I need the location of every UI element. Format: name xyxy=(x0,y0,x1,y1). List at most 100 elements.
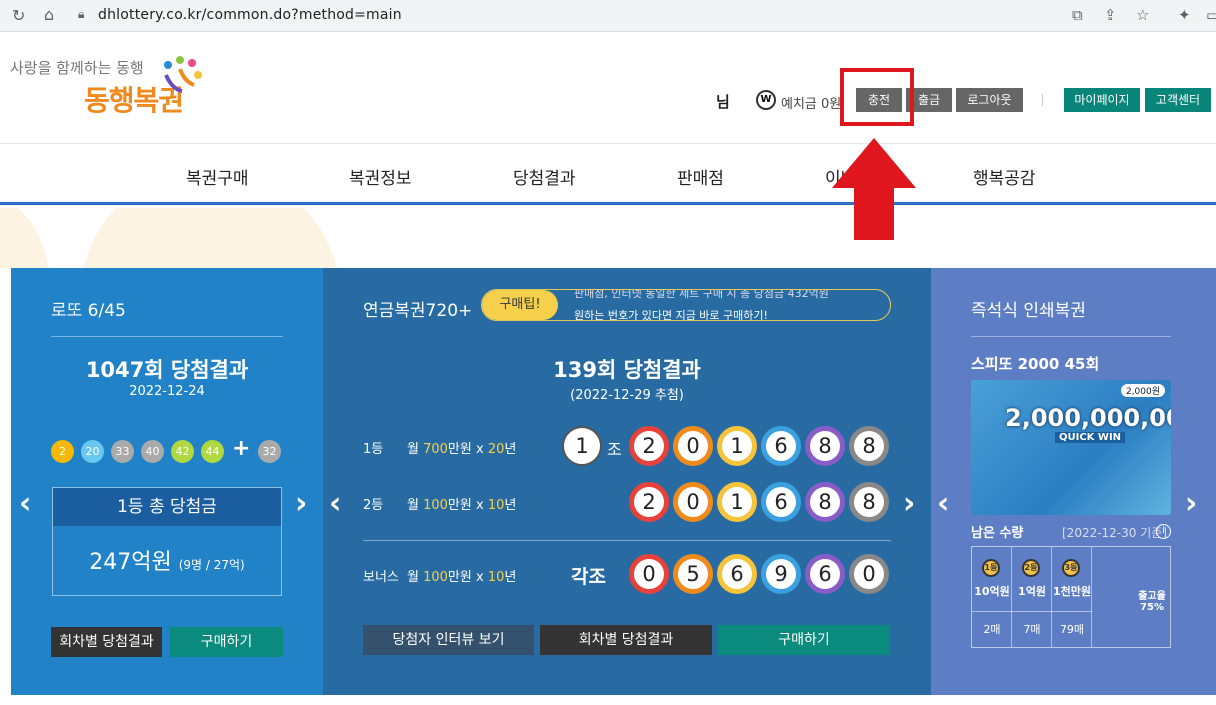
rank-column: 2등 1억원 7매 xyxy=(1012,547,1052,647)
deposit-balance: 예치금 0원 xyxy=(781,97,842,112)
divider xyxy=(971,336,1171,337)
divider xyxy=(51,336,283,337)
pension-number-ball: 5 xyxy=(673,554,713,594)
share-icon[interactable]: ⇪ xyxy=(1104,6,1117,24)
rank-count: 7매 xyxy=(1023,623,1041,636)
mypage-button[interactable]: 마이페이지 xyxy=(1064,88,1140,112)
bonus-label: 보너스 xyxy=(363,570,399,585)
rank-prize: 1억원 xyxy=(1018,585,1046,598)
nav-item-stores[interactable]: 판매점 xyxy=(677,164,724,189)
release-rate: 출고율 75% xyxy=(1138,591,1166,613)
pension-draw-title: 139회 당첨결과 xyxy=(553,358,701,382)
rank-prize: 10억원 xyxy=(974,585,1010,598)
lock-icon[interactable]: 🔒︎ xyxy=(78,7,84,22)
jackpot-amount: 247억원 (9명 / 27억) xyxy=(53,544,281,576)
jackpot-detail: (9명 / 27억) xyxy=(178,558,245,572)
lotto-bonus-ball: 32 xyxy=(258,440,281,463)
home-icon[interactable]: ⌂ xyxy=(44,5,54,24)
tip-banner[interactable]: 구매팁! 판매점, 인터넷 동일한 세트 구매 시 총 당첨금 432억원 원하… xyxy=(481,289,891,321)
nav-item-buy[interactable]: 복권구매 xyxy=(186,164,249,189)
interview-button[interactable]: 당첨자 인터뷰 보기 xyxy=(363,625,534,655)
medal-icon: 2등 xyxy=(1022,559,1040,577)
deco-circle xyxy=(80,208,340,268)
group-suffix: 조 xyxy=(607,440,622,459)
prev-chevron-icon[interactable]: ‹ xyxy=(19,486,31,521)
rank-count: 2매 xyxy=(983,623,1001,636)
lotto-ball: 20 xyxy=(81,440,104,463)
ticket-sub: QUICK WIN xyxy=(1055,432,1126,443)
pension-number-ball: 1 xyxy=(717,482,757,522)
jackpot-box: 1등 총 당첨금 247억원 (9명 / 27억) xyxy=(52,487,282,596)
spitto-ticket-image[interactable]: 2,000원 2,000,000,000 QUICK WIN xyxy=(971,380,1171,515)
support-button[interactable]: 고객센터 xyxy=(1145,88,1211,112)
pension-number-ball: 8 xyxy=(805,426,845,466)
next-chevron-icon[interactable]: › xyxy=(1185,486,1197,521)
instant-panel: 즉석식 인쇄복권 스피또 2000 45회 2,000원 2,000,000,0… xyxy=(931,268,1216,695)
group-ball: 1 xyxy=(562,426,602,466)
site-header: 사랑을 함께하는 동행 동행복권 님 W 예치금 0원 충전 출금 로그아웃 마… xyxy=(0,33,1216,143)
bookmark-star-icon[interactable]: ☆ xyxy=(1136,6,1149,24)
jackpot-label: 1등 총 당첨금 xyxy=(53,488,281,526)
blocked-popup-icon[interactable]: ⧉ xyxy=(1072,6,1083,24)
browser-toolbar: ↻ ⌂ 🔒︎ dhlottery.co.kr/common.do?method=… xyxy=(0,0,1216,32)
plus-icon: + xyxy=(232,436,251,461)
deposit-won-icon: W xyxy=(756,90,776,110)
pension-number-ball: 2 xyxy=(629,426,669,466)
pension-number-ball: 8 xyxy=(805,482,845,522)
pension-number-ball: 6 xyxy=(761,482,801,522)
tip-line: 원하는 번호가 있다면 지금 바로 구매하기! xyxy=(574,309,768,321)
lotto-history-button[interactable]: 회차별 당첨결과 xyxy=(51,627,162,657)
pension-draw-date: (2022-12-29 추첨) xyxy=(570,388,684,403)
pension-number-ball: 1 xyxy=(717,426,757,466)
ticket-amount: 2,000,000,000 xyxy=(1005,404,1171,432)
lotto-panel: 로또 6/45 1047회 당첨결과 2022-12-24 2 20 33 40… xyxy=(11,268,323,695)
bonus-group: 각조 xyxy=(571,566,606,588)
remain-title: 남은 수량 xyxy=(971,526,1024,541)
pension-number-ball: 6 xyxy=(717,554,757,594)
info-icon[interactable]: i xyxy=(1156,524,1171,539)
remain-date: [2022-12-30 기준] xyxy=(1062,526,1167,540)
lotto-buy-button[interactable]: 구매하기 xyxy=(170,627,283,657)
bonus-desc: 월 100만원 x 10년 xyxy=(407,570,517,585)
lotto-title[interactable]: 로또 6/45 xyxy=(51,296,126,321)
pension-title[interactable]: 연금복권720+ xyxy=(363,296,472,321)
lotto-draw-date: 2022-12-24 xyxy=(129,384,205,399)
next-chevron-icon[interactable]: › xyxy=(903,486,915,521)
sidepanel-icon[interactable]: ▭ xyxy=(1206,6,1216,24)
medal-icon: 1등 xyxy=(982,559,1000,577)
tip-badge: 구매팁! xyxy=(482,290,558,320)
pension-number-ball: 0 xyxy=(629,554,669,594)
instant-title[interactable]: 즉석식 인쇄복권 xyxy=(971,296,1086,321)
nav-item-results[interactable]: 당첨결과 xyxy=(513,164,576,189)
rank-count: 79매 xyxy=(1059,623,1085,636)
lotto-ball: 44 xyxy=(201,440,224,463)
reload-icon[interactable]: ↻ xyxy=(12,6,25,25)
divider xyxy=(363,540,891,541)
lotto-draw-title: 1047회 당첨결과 xyxy=(85,358,249,382)
nav-item-info[interactable]: 복권정보 xyxy=(349,164,412,189)
prev-chevron-icon[interactable]: ‹ xyxy=(937,486,949,521)
annotation-arrow-icon xyxy=(832,138,916,240)
pension-number-ball: 0 xyxy=(849,554,889,594)
nav-item-happiness[interactable]: 행복공감 xyxy=(973,164,1036,189)
pension-number-ball: 0 xyxy=(673,426,713,466)
url-text[interactable]: dhlottery.co.kr/common.do?method=main xyxy=(98,7,402,23)
extensions-icon[interactable]: ✦ xyxy=(1178,6,1191,24)
pension-number-ball: 2 xyxy=(629,482,669,522)
pension-number-ball: 0 xyxy=(673,482,713,522)
pension-buy-button[interactable]: 구매하기 xyxy=(718,625,890,655)
prev-chevron-icon[interactable]: ‹ xyxy=(329,486,341,521)
pension-history-button[interactable]: 회차별 당첨결과 xyxy=(540,625,712,655)
next-chevron-icon[interactable]: › xyxy=(295,486,307,521)
medal-icon: 3등 xyxy=(1062,559,1080,577)
lotto-ball: 40 xyxy=(141,440,164,463)
rank-column: 3등 1천만원 79매 xyxy=(1052,547,1092,647)
tip-line: 판매점, 인터넷 동일한 세트 구매 시 총 당첨금 432억원 xyxy=(574,289,829,300)
lotto-ball: 33 xyxy=(111,440,134,463)
divider xyxy=(972,611,1092,612)
logout-button[interactable]: 로그아웃 xyxy=(956,88,1023,112)
jackpot-amount-value: 247억원 xyxy=(89,550,172,575)
rank-prize: 1천만원 xyxy=(1052,585,1091,598)
divider xyxy=(1042,94,1043,106)
pension-number-ball: 6 xyxy=(761,426,801,466)
